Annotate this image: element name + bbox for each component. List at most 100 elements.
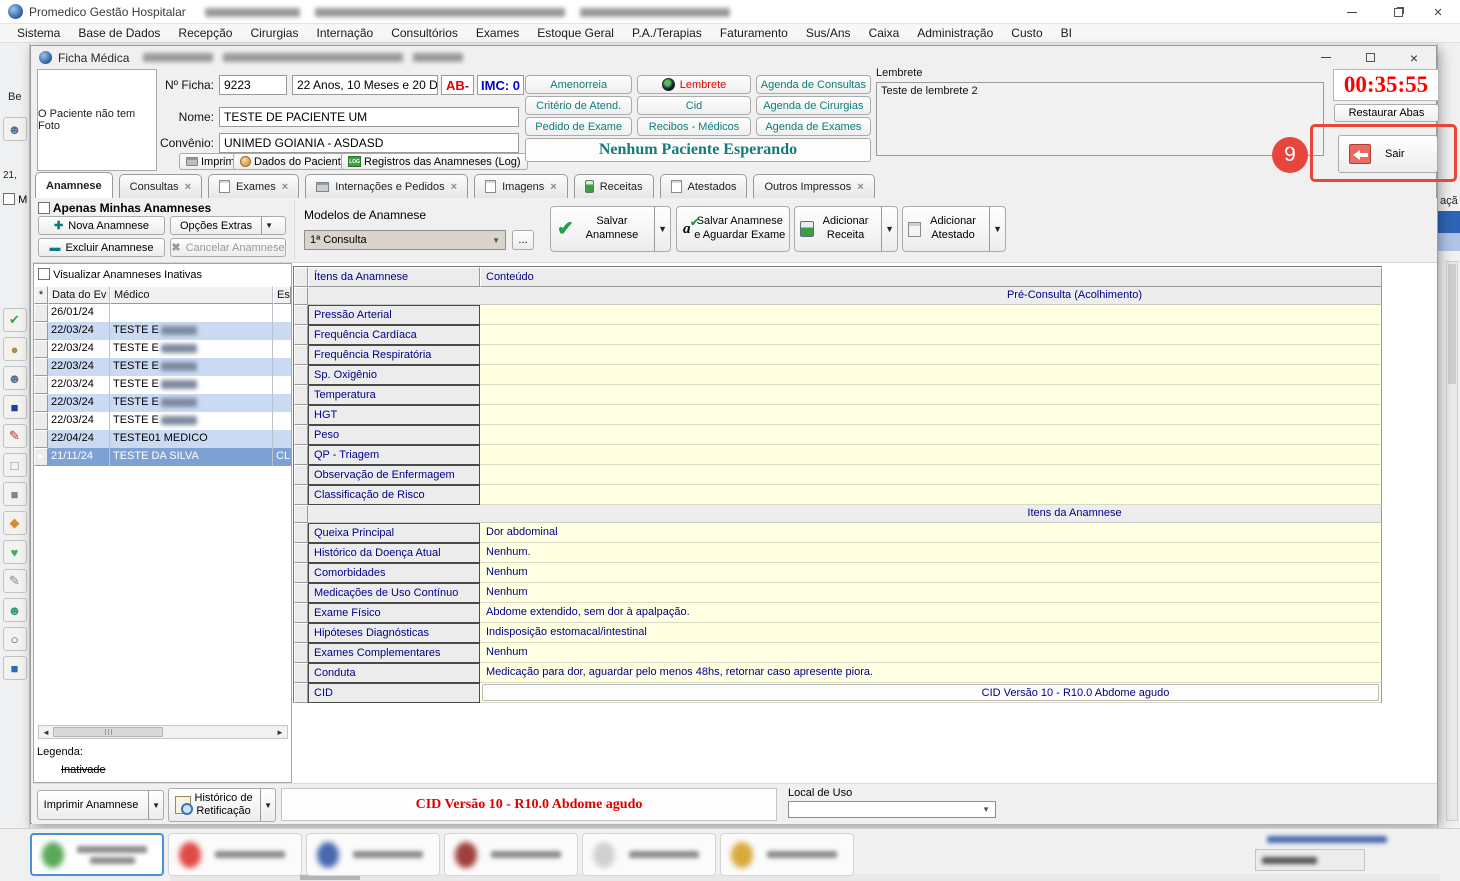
agenda-de-exames-button[interactable]: Agenda de Exames bbox=[756, 117, 871, 136]
dialog-minimize-button[interactable] bbox=[1304, 47, 1348, 69]
tab-anamnese[interactable]: Anamnese bbox=[35, 172, 113, 198]
history-horizontal-scrollbar[interactable]: ◄ ► bbox=[38, 725, 288, 739]
menu-item-bi[interactable]: BI bbox=[1052, 26, 1081, 40]
tab-close-icon[interactable]: × bbox=[185, 181, 191, 193]
window-minimize-button[interactable] bbox=[1330, 0, 1374, 24]
modelos-select[interactable]: 1ª Consulta▼ bbox=[304, 230, 506, 250]
dialog-close-button[interactable]: × bbox=[1392, 47, 1436, 69]
grid-row[interactable]: Hipóteses DiagnósticasIndisposição estom… bbox=[294, 623, 1382, 643]
item-content-cell[interactable] bbox=[480, 485, 1382, 505]
history-column-medico[interactable]: Médico bbox=[110, 286, 273, 304]
history-row[interactable]: 22/03/24TESTE E bbox=[34, 394, 291, 412]
person-arrows-icon[interactable]: ☻ bbox=[3, 598, 27, 622]
pie-chart-icon[interactable]: ◆ bbox=[3, 511, 27, 535]
grid-row[interactable]: Observação de Enfermagem bbox=[294, 465, 1382, 485]
cid-button[interactable]: Cid bbox=[637, 96, 750, 115]
doctor-icon[interactable]: ☻ bbox=[3, 366, 27, 390]
grid-row[interactable]: Queixa PrincipalDor abdominal bbox=[294, 523, 1382, 543]
adicionar-receita-button[interactable]: Adicionar Receita▼ bbox=[794, 206, 898, 252]
chevron-down-icon[interactable]: ▼ bbox=[989, 207, 1005, 251]
grid-row[interactable]: Frequência Respiratória bbox=[294, 345, 1382, 365]
history-row[interactable]: 22/03/24TESTE E bbox=[34, 412, 291, 430]
item-content-cell[interactable]: CID Versão 10 - R10.0 Abdome agudo bbox=[480, 683, 1382, 703]
window-restore-button[interactable] bbox=[1376, 0, 1420, 24]
grid-row[interactable]: Medicações de Uso ContínuoNenhum bbox=[294, 583, 1382, 603]
task-btn-4[interactable] bbox=[444, 833, 578, 876]
convenio-input[interactable]: UNIMED GOIANIA - ASDASD bbox=[219, 133, 519, 153]
history-column-data-do-ev[interactable]: Data do Ev bbox=[48, 286, 110, 304]
grid-row[interactable]: Exame FísicoAbdome extendido, sem dor à … bbox=[294, 603, 1382, 623]
scrollbar-thumb[interactable] bbox=[53, 727, 163, 737]
history-column-esp[interactable]: Esp bbox=[273, 286, 291, 304]
grid-row[interactable]: HGT bbox=[294, 405, 1382, 425]
restaurar-abas-button[interactable]: Restaurar Abas bbox=[1334, 104, 1439, 122]
cancelar-anamnese-button[interactable]: ✖Cancelar Anamnese bbox=[170, 238, 286, 257]
agenda-de-consultas-button[interactable]: Agenda de Consultas bbox=[756, 75, 871, 94]
menu-item-p-a-terapias[interactable]: P.A./Terapias bbox=[623, 26, 711, 40]
pencil-icon[interactable]: ✎ bbox=[3, 569, 27, 593]
menu-item-faturamento[interactable]: Faturamento bbox=[711, 26, 797, 40]
historico-retificacao-button[interactable]: Histórico deRetificação▼ bbox=[168, 788, 276, 822]
chevron-down-icon[interactable]: ▼ bbox=[148, 791, 163, 819]
item-content-cell[interactable] bbox=[480, 405, 1382, 425]
menu-item-base-de-dados[interactable]: Base de Dados bbox=[69, 26, 169, 40]
item-content-cell[interactable] bbox=[480, 305, 1382, 325]
scrollbar-thumb[interactable] bbox=[1448, 264, 1456, 384]
dados-do-paciente-button[interactable]: Dados do Paciente bbox=[233, 153, 354, 170]
criterio-de-atend-button[interactable]: Critério de Atend. bbox=[525, 96, 632, 115]
tab-outros-impressos[interactable]: Outros Impressos× bbox=[753, 174, 874, 198]
history-row[interactable]: 22/03/24TESTE E bbox=[34, 376, 291, 394]
recibos-medicos-button[interactable]: Recibos - Médicos bbox=[637, 117, 750, 136]
tray-icon[interactable]: ■ bbox=[3, 656, 27, 680]
printer-icon[interactable]: ■ bbox=[3, 482, 27, 506]
history-row[interactable]: 22/03/24TESTE E bbox=[34, 340, 291, 358]
imc-badge[interactable]: IMC: 0 bbox=[477, 75, 524, 95]
tab-close-icon[interactable]: × bbox=[857, 181, 863, 193]
camera-icon[interactable]: ● bbox=[3, 337, 27, 361]
tab-consultas[interactable]: Consultas× bbox=[119, 174, 202, 198]
blood-type-badge[interactable]: AB- bbox=[441, 75, 474, 95]
task-btn-6[interactable] bbox=[720, 833, 854, 876]
magnifier-icon[interactable]: ○ bbox=[3, 627, 27, 651]
history-row[interactable]: 22/04/24TESTE01 MEDICO bbox=[34, 430, 291, 448]
task-btn-2[interactable] bbox=[168, 833, 302, 876]
chevron-down-icon[interactable]: ▼ bbox=[654, 207, 670, 251]
menu-item-exames[interactable]: Exames bbox=[467, 26, 528, 40]
pedido-de-exame-button[interactable]: Pedido de Exame bbox=[525, 117, 632, 136]
stock-check-icon[interactable]: ✔ bbox=[3, 308, 27, 332]
documents-icon[interactable]: □ bbox=[3, 453, 27, 477]
film-icon[interactable]: ■ bbox=[3, 395, 27, 419]
heart-person-icon[interactable]: ♥ bbox=[3, 540, 27, 564]
only-mine-checkbox-row[interactable]: Apenas Minhas Anamneses bbox=[38, 201, 211, 215]
grid-row[interactable]: Temperatura bbox=[294, 385, 1382, 405]
taskbar-right-box[interactable] bbox=[1255, 849, 1365, 871]
amenorreia-button[interactable]: Amenorreia bbox=[525, 75, 632, 94]
lembrete-button[interactable]: Lembrete bbox=[637, 75, 750, 94]
item-content-cell[interactable]: Dor abdominal bbox=[480, 523, 1382, 543]
menu-item-caixa[interactable]: Caixa bbox=[860, 26, 909, 40]
menu-item-estoque-geral[interactable]: Estoque Geral bbox=[528, 26, 623, 40]
nome-input[interactable]: TESTE DE PACIENTE UM bbox=[219, 107, 519, 127]
salvar-aguardar-button[interactable]: aSalvar Anamnese e Aguardar Exame bbox=[676, 206, 790, 252]
grid-row[interactable]: Peso bbox=[294, 425, 1382, 445]
patient-tab-icon[interactable]: ☻ bbox=[3, 117, 27, 141]
tab-close-icon[interactable]: × bbox=[282, 181, 288, 193]
item-content-cell[interactable]: Indisposição estomacal/intestinal bbox=[480, 623, 1382, 643]
local-de-uso-select[interactable]: ▼ bbox=[788, 801, 996, 818]
item-content-cell[interactable]: Nenhum bbox=[480, 643, 1382, 663]
menu-item-recepcao[interactable]: Recepção bbox=[169, 26, 241, 40]
opcoes-extras-button[interactable]: Opções Extras▼ bbox=[170, 216, 286, 235]
item-content-cell[interactable]: Nenhum bbox=[480, 583, 1382, 603]
imprimir-anamnese-button[interactable]: Imprimir Anamnese▼ bbox=[37, 790, 164, 820]
item-content-cell[interactable] bbox=[480, 345, 1382, 365]
chevron-down-icon[interactable]: ▼ bbox=[261, 217, 276, 234]
tab-receitas[interactable]: Receitas bbox=[574, 174, 654, 198]
scroll-right-icon[interactable]: ► bbox=[273, 728, 287, 737]
grid-row[interactable]: CondutaMedicação para dor, aguardar pelo… bbox=[294, 663, 1382, 683]
registros-anamneses-button[interactable]: LOGRegistros das Anamneses (Log) bbox=[341, 153, 528, 170]
dialog-maximize-button[interactable] bbox=[1348, 47, 1392, 69]
adicionar-atestado-button[interactable]: Adicionar Atestado▼ bbox=[902, 206, 1006, 252]
task-btn-1[interactable] bbox=[30, 833, 164, 876]
agenda-de-cirurgias-button[interactable]: Agenda de Cirurgias bbox=[756, 96, 871, 115]
ficha-input[interactable]: 9223 bbox=[219, 75, 287, 95]
